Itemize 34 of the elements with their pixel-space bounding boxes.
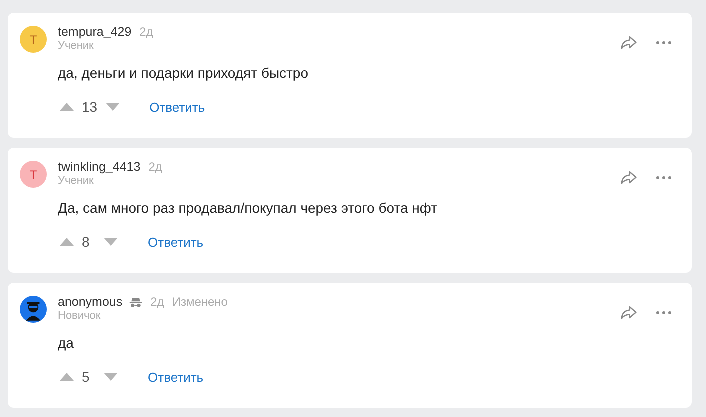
share-icon[interactable] bbox=[620, 35, 638, 50]
anonymous-avatar-icon[interactable] bbox=[20, 296, 47, 323]
upvote-icon[interactable] bbox=[60, 103, 74, 111]
downvote-icon[interactable] bbox=[106, 103, 120, 111]
more-icon[interactable] bbox=[656, 40, 672, 44]
author-name[interactable]: tempura_429 bbox=[58, 25, 132, 39]
downvote-icon[interactable] bbox=[104, 238, 118, 246]
vote-count: 13 bbox=[82, 99, 98, 115]
user-rank: Ученик bbox=[58, 175, 95, 187]
upvote-icon[interactable] bbox=[60, 238, 74, 246]
comment-text: Да, сам много раз продавал/покупал через этого бота нфт bbox=[58, 200, 438, 216]
post-time: 2д bbox=[148, 160, 162, 174]
reply-link[interactable]: Ответить bbox=[150, 100, 206, 114]
comment-text: да, деньги и подарки приходят быстро bbox=[58, 65, 310, 81]
post-time: 2д bbox=[140, 25, 154, 39]
more-icon[interactable] bbox=[656, 176, 672, 180]
comment-text: да bbox=[58, 335, 75, 351]
upvote-icon[interactable] bbox=[60, 373, 74, 381]
edited-label: Изменено bbox=[172, 295, 228, 309]
reply-link[interactable]: Ответить bbox=[148, 234, 204, 250]
author-name[interactable]: anonymous bbox=[58, 295, 123, 309]
downvote-icon[interactable] bbox=[104, 373, 118, 381]
avatar[interactable]: T bbox=[20, 26, 47, 53]
more-icon[interactable] bbox=[656, 310, 672, 314]
user-rank: Новичок bbox=[58, 310, 102, 322]
user-rank: Ученик bbox=[58, 40, 95, 52]
reply-link[interactable]: Ответить bbox=[148, 370, 204, 384]
share-icon[interactable] bbox=[620, 305, 638, 320]
avatar[interactable]: T bbox=[20, 161, 47, 188]
author-name[interactable]: twinkling_4413 bbox=[58, 160, 141, 174]
post-time: 2д bbox=[150, 295, 164, 309]
share-icon[interactable] bbox=[620, 170, 638, 185]
vote-count: 5 bbox=[82, 369, 91, 385]
vote-count: 8 bbox=[82, 234, 91, 250]
